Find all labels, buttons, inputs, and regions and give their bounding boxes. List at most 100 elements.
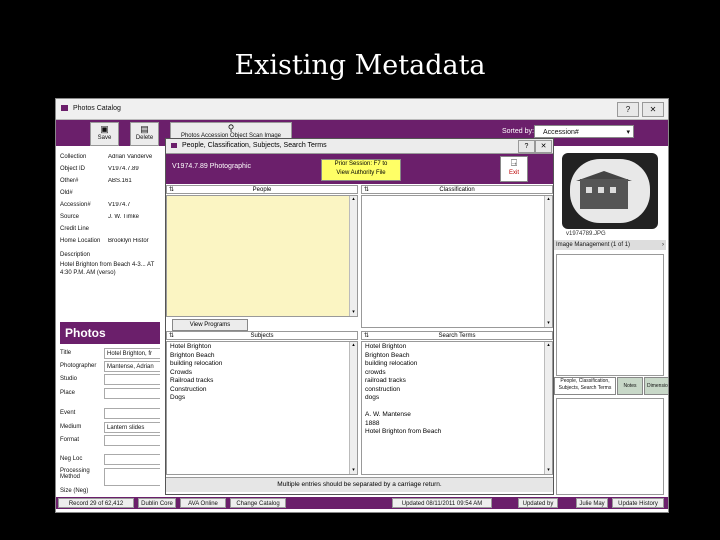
people-column-header[interactable]: ⇅ People [166, 185, 358, 194]
right-panel: v1974789.JPG Image Management (1 of 1) ›… [554, 148, 668, 497]
scroll-up-icon[interactable]: ▴ [545, 196, 552, 203]
description-value[interactable]: Hotel Brighton from Beach 4-3... AT 4:30… [60, 261, 162, 277]
field-label: Accession# [60, 202, 91, 208]
list-item[interactable]: Crowds [170, 369, 354, 378]
list-item[interactable]: dogs [365, 394, 549, 403]
field-value[interactable]: V1974.7 [108, 202, 166, 208]
event-field[interactable] [104, 408, 164, 419]
neg-loc-field[interactable] [104, 454, 164, 465]
update-history-button[interactable]: Update History [612, 498, 664, 508]
delete-icon: ▤ [140, 124, 149, 134]
field-label: Credit Line [60, 226, 90, 232]
scrollbar[interactable] [349, 196, 357, 316]
dialog-close-button[interactable]: ✕ [535, 140, 552, 153]
image-management-label: Image Management (1 of 1) [556, 242, 631, 248]
delete-button[interactable]: ▤ Delete [130, 122, 159, 146]
list-item[interactable]: Brighton Beach [365, 352, 549, 361]
list-item[interactable]: construction [365, 386, 549, 395]
list-item[interactable]: building relocation [170, 360, 354, 369]
notes-box[interactable] [556, 398, 664, 495]
subjects-column-header[interactable]: ⇅ Subjects [166, 331, 358, 340]
dialog-help-button[interactable]: ? [518, 140, 535, 153]
change-catalog-button[interactable]: Change Catalog [230, 498, 286, 508]
photographer-field[interactable]: Mantense, Adrian [104, 361, 164, 372]
field-label: Source [60, 214, 80, 220]
window-shape [610, 187, 616, 193]
subjects-list[interactable]: Hotel Brighton Brighton Beach building r… [166, 341, 358, 475]
search-terms-header: Search Terms [438, 333, 476, 339]
people-list[interactable]: ▴ ▾ [166, 195, 358, 317]
sort-by-select[interactable]: Accession# ▾ [534, 125, 634, 138]
classification-list[interactable]: ▴ ▾ [361, 195, 553, 328]
scroll-up-icon[interactable]: ▴ [350, 342, 357, 349]
scrollbar[interactable] [349, 342, 357, 474]
field-label: Collection [60, 154, 87, 160]
list-item[interactable]: Railroad tracks [170, 377, 354, 386]
photo-thumbnail[interactable] [562, 153, 658, 229]
prior-line-2: View Authority File [336, 170, 386, 176]
window-shape [598, 187, 604, 193]
scroll-up-icon[interactable]: ▴ [350, 196, 357, 203]
chevron-right-icon[interactable]: › [662, 240, 664, 250]
scroll-up-icon[interactable]: ▴ [545, 342, 552, 349]
exit-button[interactable]: ⍈ Exit [500, 156, 528, 182]
list-item[interactable]: building relocation [365, 360, 549, 369]
right-tabs: People, Classification, Subjects, Search… [554, 377, 668, 395]
photos-header: Photos [60, 322, 160, 344]
help-button[interactable]: ? [617, 102, 639, 117]
list-item[interactable]: railroad tracks [365, 377, 549, 386]
list-item[interactable]: Hotel Brighton [365, 343, 549, 352]
list-item[interactable]: A. W. Mantense [365, 411, 549, 420]
medium-field[interactable]: Lantern slides [104, 422, 164, 433]
close-button[interactable]: ✕ [642, 102, 664, 117]
people-header: People [252, 187, 272, 193]
view-programs-button[interactable]: View Programs [172, 319, 248, 331]
tab-people-classification[interactable]: People, Classification, Subjects, Search… [554, 377, 616, 395]
dialog-title: People, Classification, Subjects, Search… [182, 142, 327, 149]
slide-title: Existing Metadata [234, 50, 486, 81]
field-label: Format [60, 437, 80, 443]
scroll-down-icon[interactable]: ▾ [350, 467, 357, 474]
right-text-box[interactable] [556, 254, 664, 376]
studio-field[interactable] [104, 374, 164, 385]
classification-column-header[interactable]: ⇅ Classification [361, 185, 553, 194]
title-field[interactable]: Hotel Brighton, fr [104, 348, 164, 359]
search-terms-list[interactable]: Hotel Brighton Brighton Beach building r… [361, 341, 553, 475]
list-item[interactable]: Dogs [170, 394, 354, 403]
field-value[interactable]: J. W. Timke [108, 214, 166, 220]
processing-method-field[interactable] [104, 468, 164, 486]
format-field[interactable] [104, 435, 164, 446]
image-management-bar[interactable]: Image Management (1 of 1) › [554, 240, 666, 250]
scrollbar[interactable] [544, 196, 552, 327]
tab-notes[interactable]: Notes [617, 377, 643, 395]
scroll-down-icon[interactable]: ▾ [545, 467, 552, 474]
place-field[interactable] [104, 388, 164, 399]
field-value[interactable]: Adrian Vanderve [108, 154, 166, 160]
chevron-down-icon: ▾ [626, 129, 630, 136]
record-counter: Record 29 of 62,412 [58, 498, 134, 508]
dialog-app-icon [171, 143, 177, 148]
list-item[interactable]: 1888 [365, 420, 549, 429]
scroll-down-icon[interactable]: ▾ [350, 309, 357, 316]
field-value[interactable]: ABS.161 [108, 178, 166, 184]
scroll-down-icon[interactable]: ▾ [545, 320, 552, 327]
ava-online-button[interactable]: AVA Online [180, 498, 226, 508]
delete-label: Delete [135, 135, 154, 141]
scrollbar[interactable] [544, 342, 552, 474]
list-item[interactable]: Hotel Brighton [170, 343, 354, 352]
list-item[interactable]: Hotel Brighton from Beach [365, 428, 549, 437]
image-filename: v1974789.JPG [566, 231, 606, 237]
list-item[interactable]: crowds [365, 369, 549, 378]
tab-dimensions[interactable]: Dimensions [644, 377, 668, 395]
save-button[interactable]: ▣ Save [90, 122, 119, 146]
list-item[interactable]: Brighton Beach [170, 352, 354, 361]
field-value[interactable]: Brooklyn Histor [108, 238, 166, 244]
list-item[interactable]: Construction [170, 386, 354, 395]
dublin-core-button[interactable]: Dublin Core [138, 498, 176, 508]
exit-door-icon: ⍈ [511, 158, 517, 169]
prior-session-button[interactable]: Prior Session: F7 to View Authority File [321, 159, 401, 181]
prior-line-1: Prior Session: F7 to [334, 161, 388, 167]
save-label: Save [97, 135, 112, 141]
search-terms-column-header[interactable]: ⇅ Search Terms [361, 331, 553, 340]
field-value[interactable]: V1974.7.89 [108, 166, 166, 172]
